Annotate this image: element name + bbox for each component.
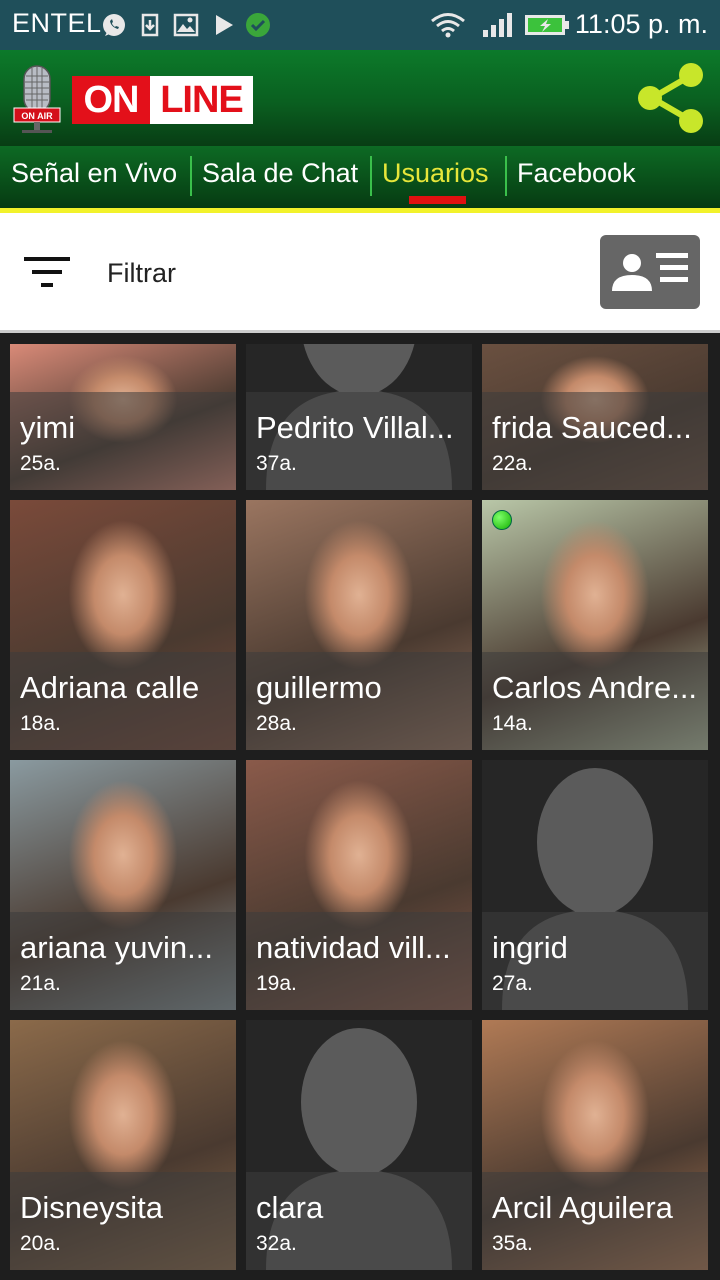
user-name: Adriana calle bbox=[20, 670, 200, 705]
user-name: clara bbox=[256, 1190, 324, 1225]
tab-facebook[interactable]: Facebook bbox=[517, 158, 636, 189]
download-icon bbox=[141, 13, 159, 37]
user-age: 32a. bbox=[256, 1232, 297, 1255]
tab-bar: Señal en Vivo Sala de Chat Usuarios Face… bbox=[0, 146, 720, 208]
on-air-badge: ON AIR bbox=[21, 111, 53, 121]
check-circle-icon bbox=[246, 13, 270, 37]
user-name: natividad vill... bbox=[256, 930, 451, 965]
user-card[interactable]: natividad vill... 19a. bbox=[246, 760, 472, 1010]
user-name: ariana yuvin... bbox=[20, 930, 213, 965]
user-name: guillermo bbox=[256, 670, 382, 705]
user-card[interactable]: Pedrito Villal... 37a. bbox=[246, 344, 472, 490]
play-icon bbox=[216, 15, 233, 35]
whatsapp-icon bbox=[103, 14, 125, 36]
user-age: 21a. bbox=[20, 972, 61, 995]
app-logo: ON LINE bbox=[72, 76, 253, 124]
user-age: 22a. bbox=[492, 452, 533, 475]
user-grid: yimi 25a. Pedrito Villal... 37a. frida Sauce… bbox=[0, 336, 720, 1280]
user-card[interactable]: clara 32a. bbox=[246, 1020, 472, 1270]
status-bar: ENTEL 11:05 p. m. bbox=[0, 0, 720, 50]
filter-icon[interactable] bbox=[24, 255, 70, 291]
user-name: frida Sauced... bbox=[492, 410, 692, 445]
carrier-name: ENTEL bbox=[12, 8, 102, 38]
tab-senal-en-vivo[interactable]: Señal en Vivo bbox=[11, 158, 177, 189]
user-age: 37a. bbox=[256, 452, 297, 475]
user-name: Arcil Aguilera bbox=[492, 1190, 673, 1225]
logo-on-text: ON bbox=[72, 76, 150, 124]
user-age: 35a. bbox=[492, 1232, 533, 1255]
online-status-dot bbox=[492, 510, 512, 530]
clock: 11:05 p. m. bbox=[574, 9, 708, 39]
user-card[interactable]: guillermo 28a. bbox=[246, 500, 472, 750]
user-name: Pedrito Villal... bbox=[256, 410, 454, 445]
user-age: 27a. bbox=[492, 972, 533, 995]
user-age: 20a. bbox=[20, 1232, 61, 1255]
app-header: ON AIR ON LINE bbox=[0, 50, 720, 146]
user-name: yimi bbox=[20, 410, 76, 445]
active-tab-indicator bbox=[409, 196, 466, 204]
user-card[interactable]: frida Sauced... 22a. bbox=[482, 344, 708, 490]
tab-divider bbox=[505, 156, 507, 196]
tab-divider bbox=[190, 156, 192, 196]
user-card[interactable]: ingrid 27a. bbox=[482, 760, 708, 1010]
signal-icon bbox=[483, 13, 512, 37]
battery-icon bbox=[525, 15, 569, 35]
tab-usuarios[interactable]: Usuarios bbox=[382, 158, 489, 189]
user-card[interactable]: Carlos Andre... 14a. bbox=[482, 500, 708, 750]
user-name: Carlos Andre... bbox=[492, 670, 698, 705]
wifi-icon bbox=[431, 13, 465, 38]
user-card[interactable]: Arcil Aguilera 35a. bbox=[482, 1020, 708, 1270]
contact-card-button[interactable] bbox=[600, 235, 700, 309]
user-age: 28a. bbox=[256, 712, 297, 735]
contact-card-icon bbox=[612, 253, 688, 291]
user-name: Disneysita bbox=[20, 1190, 163, 1225]
user-card[interactable]: yimi 25a. bbox=[10, 344, 236, 490]
user-age: 18a. bbox=[20, 712, 61, 735]
user-card[interactable]: Disneysita 20a. bbox=[10, 1020, 236, 1270]
user-age: 25a. bbox=[20, 452, 61, 475]
user-name: ingrid bbox=[492, 930, 568, 965]
microphone-icon: ON AIR bbox=[13, 65, 61, 133]
image-icon bbox=[173, 13, 199, 37]
tab-sala-de-chat[interactable]: Sala de Chat bbox=[202, 158, 358, 189]
filter-label[interactable]: Filtrar bbox=[107, 258, 176, 289]
share-icon[interactable] bbox=[636, 62, 706, 134]
filter-bar: Filtrar bbox=[0, 213, 720, 333]
user-age: 19a. bbox=[256, 972, 297, 995]
user-card[interactable]: ariana yuvin... 21a. bbox=[10, 760, 236, 1010]
tab-divider bbox=[370, 156, 372, 196]
user-age: 14a. bbox=[492, 712, 533, 735]
user-card[interactable]: Adriana calle 18a. bbox=[10, 500, 236, 750]
logo-line-text: LINE bbox=[150, 76, 253, 124]
